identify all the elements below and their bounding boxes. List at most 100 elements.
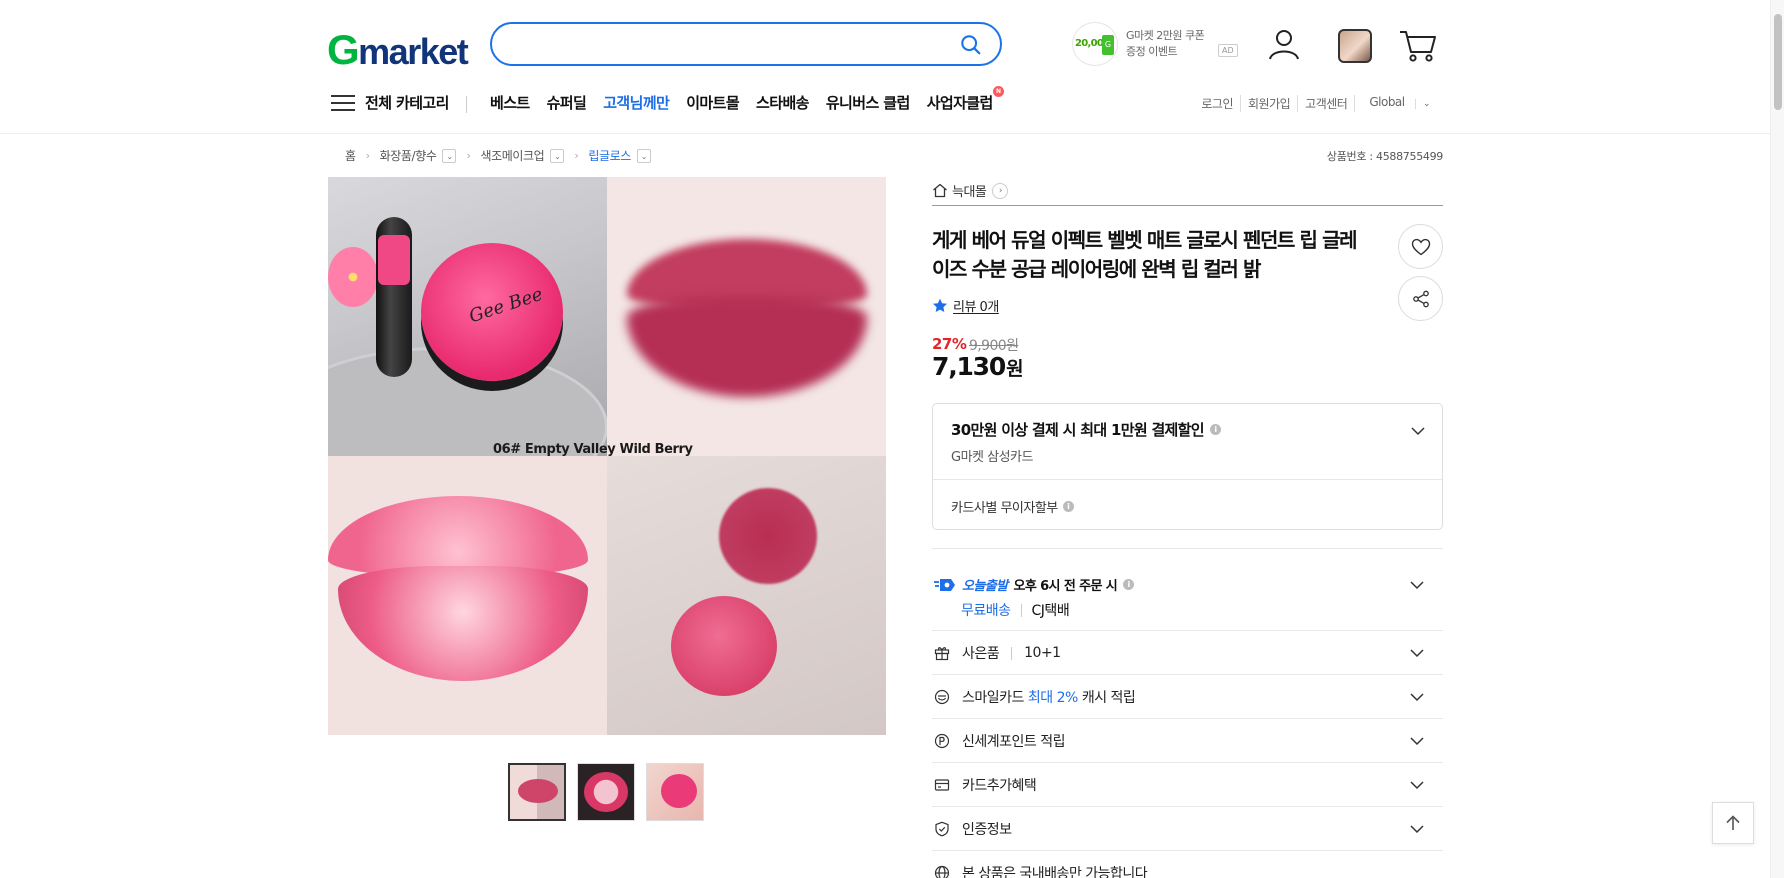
image-product-packaging: Gee Bee — [328, 177, 607, 456]
scroll-to-top-button[interactable] — [1712, 802, 1754, 844]
accordion-point-label: 신세계포인트 적립 — [962, 734, 1066, 750]
heart-icon — [1411, 238, 1431, 256]
search-icon[interactable] — [960, 34, 982, 56]
chevron-down-icon[interactable]: ⌄ — [442, 148, 457, 163]
thumbnail-3[interactable] — [646, 763, 704, 821]
info-icon[interactable]: i — [1123, 579, 1135, 590]
nav-item-star-delivery[interactable]: 스타배송 — [756, 92, 809, 113]
shipping-info[interactable]: 오늘출발 오후 6시 전 주문 시 i 무료배송 CJ택배 — [932, 560, 1443, 630]
thumbnail-2[interactable] — [577, 763, 635, 821]
chevron-down-icon[interactable] — [1411, 424, 1425, 438]
gmarket-logo[interactable]: Gmarket — [327, 26, 469, 74]
chevron-right-icon: › — [574, 149, 579, 162]
nav-item-emart[interactable]: 이마트몰 — [686, 92, 739, 113]
smile-card-highlight: 최대 2% — [1027, 690, 1078, 706]
chevron-right-icon: › — [365, 149, 370, 162]
smile-card-icon — [934, 689, 950, 705]
gift-label: 사은품 — [962, 646, 1000, 662]
review-link[interactable]: 리뷰 0개 — [932, 296, 999, 315]
accordion-card-benefits-label: 카드추가혜택 — [962, 778, 1037, 794]
nav-item-business-club[interactable]: 사업자클럽N — [927, 86, 1004, 113]
nav-item-superdeal[interactable]: 슈퍼딜 — [547, 92, 587, 113]
signup-link[interactable]: 회원가입 — [1240, 95, 1297, 112]
nav-item-best[interactable]: 베스트 — [490, 92, 530, 113]
nav-item-for-you[interactable]: 고객님께만 — [603, 92, 670, 113]
customer-center-link[interactable]: 고객센터 — [1297, 95, 1354, 112]
courier-name: CJ택배 — [1031, 603, 1070, 619]
star-icon — [933, 298, 947, 312]
breadcrumb-color-makeup[interactable]: 색조메이크업 — [480, 147, 544, 164]
chevron-down-icon — [1410, 737, 1424, 746]
all-categories-button[interactable]: 전체 카테고리 — [331, 92, 449, 113]
discount-rate: 27% — [932, 335, 967, 353]
accordion-gift-label: 사은품 10+1 — [962, 643, 1061, 663]
page-scrollbar[interactable] — [1770, 0, 1784, 878]
coupon-ad-text: G마켓 2만원 쿠폰 증정 이벤트 — [1126, 28, 1205, 60]
accordion-shinsegae-point[interactable]: 신세계포인트 적립 — [932, 719, 1443, 762]
shade-caption: 06# Empty Valley Wild Berry — [493, 442, 693, 457]
shipping-row-fee: 무료배송 CJ택배 — [961, 600, 1070, 620]
chevron-down-icon[interactable]: ⌄ — [550, 148, 565, 163]
store-name: 늑대몰 — [952, 185, 987, 200]
card-box-divider — [933, 479, 1442, 480]
breadcrumb: 홈 › 화장품/향수 ⌄ › 색조메이크업 ⌄ › 립글로스 ⌄ — [345, 147, 651, 164]
share-icon — [1413, 290, 1429, 308]
share-button[interactable] — [1398, 276, 1443, 321]
free-shipping: 무료배송 — [961, 603, 1011, 619]
wishlist-button[interactable] — [1398, 224, 1443, 269]
chevron-down-icon[interactable]: ⌄ — [636, 148, 651, 163]
logo-text: market — [358, 31, 469, 72]
breadcrumb-home[interactable]: 홈 — [345, 147, 356, 164]
breadcrumb-cosmetics[interactable]: 화장품/향수 — [380, 147, 437, 164]
installment-info: 카드사별 무이자할부 i — [951, 497, 1074, 516]
global-dropdown[interactable]: Global ⌄ — [1354, 95, 1444, 112]
accordion-card-benefits[interactable]: 카드추가혜택 — [932, 763, 1443, 806]
store-link[interactable]: 늑대몰 › — [932, 181, 1009, 200]
search-input[interactable] — [512, 32, 932, 56]
image-glossy-lips — [328, 456, 607, 735]
glossy-lips-top — [328, 496, 588, 576]
coupon-ad-line2: 증정 이벤트 — [1126, 45, 1178, 58]
info-icon[interactable]: i — [1062, 501, 1074, 512]
nav-item-universe-club[interactable]: 유니버스 클럽 — [826, 92, 910, 113]
sale-price-value: 7,130 — [932, 352, 1006, 381]
chevron-right-icon: › — [992, 182, 1009, 199]
dispatch-cutoff: 오후 6시 전 주문 시 — [1013, 579, 1118, 594]
accordion-certification-label: 인증정보 — [962, 822, 1012, 838]
new-badge: N — [992, 86, 1004, 97]
recent-item-thumbnail[interactable] — [1338, 29, 1372, 63]
user-icon[interactable] — [1265, 26, 1303, 64]
card-discount-subtitle: G마켓 삼성카드 — [951, 450, 1033, 465]
info-icon[interactable]: i — [1209, 424, 1221, 435]
login-link[interactable]: 로그인 — [1194, 95, 1240, 112]
thumbnail-1[interactable] — [508, 763, 566, 821]
cart-icon[interactable] — [1398, 26, 1438, 64]
accordion-smile-card[interactable]: 스마일카드 최대 2% 캐시 적립 — [932, 675, 1443, 718]
nav-links: 베스트 슈퍼딜 고객님께만 이마트몰 스타배송 유니버스 클럽 사업자클럽N — [490, 86, 1004, 113]
glossy-lips-bottom — [338, 566, 588, 681]
lip-tube-cap — [378, 235, 410, 285]
swatch-gloss — [671, 596, 777, 696]
accordion-smile-card-label: 스마일카드 최대 2% 캐시 적립 — [962, 687, 1136, 707]
domestic-only-notice: 본 상품은 국내배송만 가능합니다 — [962, 866, 1148, 878]
search-box[interactable] — [490, 22, 1002, 66]
logo-g: G — [327, 26, 360, 73]
product-main-image[interactable]: Gee Bee 06# Empty Valley Wild Berry — [328, 177, 886, 735]
currency-unit: 원 — [1006, 358, 1024, 380]
chevron-down-icon — [1410, 693, 1424, 702]
review-count: 리뷰 0개 — [953, 300, 999, 315]
product-title: 게게 베어 듀얼 이펙트 벨벳 매트 글로시 펜던트 립 글레이즈 수분 공급 … — [932, 228, 1357, 281]
breadcrumb-lip-gloss[interactable]: 립글로스 — [588, 147, 631, 164]
coupon-ad-banner[interactable]: 20,000 G G마켓 2만원 쿠폰 증정 이벤트 AD — [1072, 22, 1238, 66]
scrollbar-thumb[interactable] — [1774, 14, 1782, 110]
accordion-gift[interactable]: 사은품 10+1 — [932, 631, 1443, 674]
nav-divider — [466, 96, 467, 113]
matte-lips-bottom — [627, 297, 867, 397]
installment-text: 카드사별 무이자할부 — [951, 501, 1058, 516]
card-discount-box[interactable]: 30만원 이상 결제 시 최대 1만원 결제할인 i G마켓 삼성카드 카드사별 … — [932, 403, 1443, 530]
chevron-down-icon[interactable] — [1410, 578, 1424, 592]
accordion-domestic-only: 본 상품은 국내배송만 가능합니다 — [932, 851, 1443, 878]
card-icon — [934, 779, 950, 791]
arrow-up-icon — [1726, 815, 1740, 830]
accordion-certification[interactable]: 인증정보 — [932, 807, 1443, 850]
